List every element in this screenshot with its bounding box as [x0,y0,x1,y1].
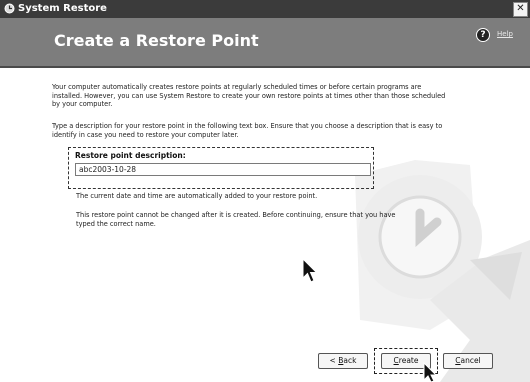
page-heading: Create a Restore Point [54,31,259,50]
back-button[interactable]: < Back [318,353,368,369]
close-button[interactable]: ✕ [513,2,528,17]
mouse-pointer-icon [302,258,318,283]
date-note: The current date and time are automatica… [76,192,318,200]
mouse-pointer-icon [423,362,438,382]
cancel-button-rest: ancel [460,356,481,365]
help-link[interactable]: Help [497,30,513,38]
window-title: System Restore [18,3,107,14]
instruction-text: Type a description for your restore poin… [52,122,443,139]
title-bar[interactable]: System Restore ✕ [0,0,530,18]
back-button-prefix: < [329,356,339,365]
system-restore-window: System Restore ✕ Create a Restore Point … [0,0,530,382]
warning-note: This restore point cannot be changed aft… [76,211,396,228]
description-group: Restore point description: abc2003-10-28 [68,147,374,189]
help-icon[interactable]: ? [476,28,490,42]
system-restore-icon [4,3,15,14]
description-label: Restore point description: [75,151,186,160]
back-button-rest: ack [343,356,357,365]
header-banner: Create a Restore Point ? Help [0,18,530,68]
restore-description-input[interactable]: abc2003-10-28 [75,163,371,176]
content-area: Your computer automatically creates rest… [0,68,530,382]
cancel-button[interactable]: Cancel [443,353,493,369]
intro-text: Your computer automatically creates rest… [52,83,446,108]
create-button-rest: reate [398,356,419,365]
